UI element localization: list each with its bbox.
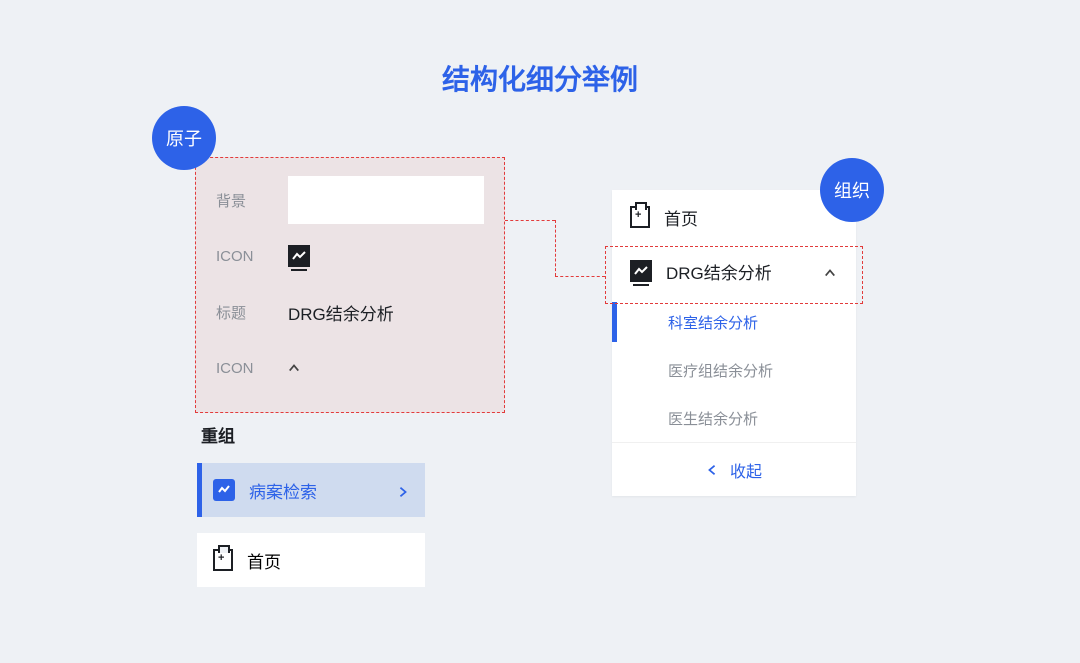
atom-panel: 背景 ICON 标题 DRG结余分析 ICON	[195, 157, 505, 413]
org-collapse-button[interactable]: 收起	[612, 442, 856, 496]
org-subitem-dept[interactable]: 科室结余分析	[612, 298, 856, 346]
atom-label-title: 标题	[216, 302, 266, 323]
org-item-label: 首页	[664, 205, 838, 230]
org-item-drg[interactable]: DRG结余分析	[612, 244, 856, 298]
recompose-heading: 重组	[201, 422, 425, 447]
org-sub-label: 医疗组结余分析	[668, 360, 773, 381]
background-swatch	[288, 176, 484, 224]
chevron-right-icon	[397, 483, 411, 497]
chevron-left-icon	[706, 463, 720, 477]
nav-item-home[interactable]: + 首页	[197, 533, 425, 587]
chevron-up-icon	[288, 361, 302, 375]
nav-item-label: 首页	[247, 548, 411, 573]
connector-line	[505, 220, 555, 221]
org-item-home[interactable]: + 首页	[612, 190, 856, 244]
org-sub-label: 科室结余分析	[668, 312, 758, 333]
nav-item-case-search[interactable]: 病案检索	[197, 463, 425, 517]
chart-search-icon	[213, 479, 235, 501]
org-subitem-doctor[interactable]: 医生结余分析	[612, 394, 856, 442]
badge-org: 组织	[820, 158, 884, 222]
atom-title-value: DRG结余分析	[288, 300, 394, 325]
org-subitem-group[interactable]: 医疗组结余分析	[612, 346, 856, 394]
connector-line	[555, 276, 605, 277]
clipboard-icon: +	[213, 549, 233, 571]
clipboard-icon: +	[630, 206, 650, 228]
page-title: 结构化细分举例	[0, 58, 1080, 98]
org-panel: + 首页 DRG结余分析 科室结余分析 医疗组结余分析 医生结余分析 收起	[612, 190, 856, 496]
chevron-up-icon	[824, 264, 838, 278]
org-sub-label: 医生结余分析	[668, 408, 758, 429]
atom-label-icon1: ICON	[216, 248, 266, 265]
chart-monitor-icon	[288, 245, 310, 267]
chart-monitor-icon	[630, 260, 652, 282]
badge-atom: 原子	[152, 106, 216, 170]
org-item-label: DRG结余分析	[666, 259, 810, 284]
atom-label-icon2: ICON	[216, 360, 266, 377]
recompose-section: 重组 病案检索 + 首页	[197, 422, 425, 587]
connector-line	[555, 220, 556, 276]
nav-item-label: 病案检索	[249, 478, 383, 503]
atom-label-background: 背景	[216, 190, 266, 211]
org-collapse-label: 收起	[730, 458, 762, 482]
